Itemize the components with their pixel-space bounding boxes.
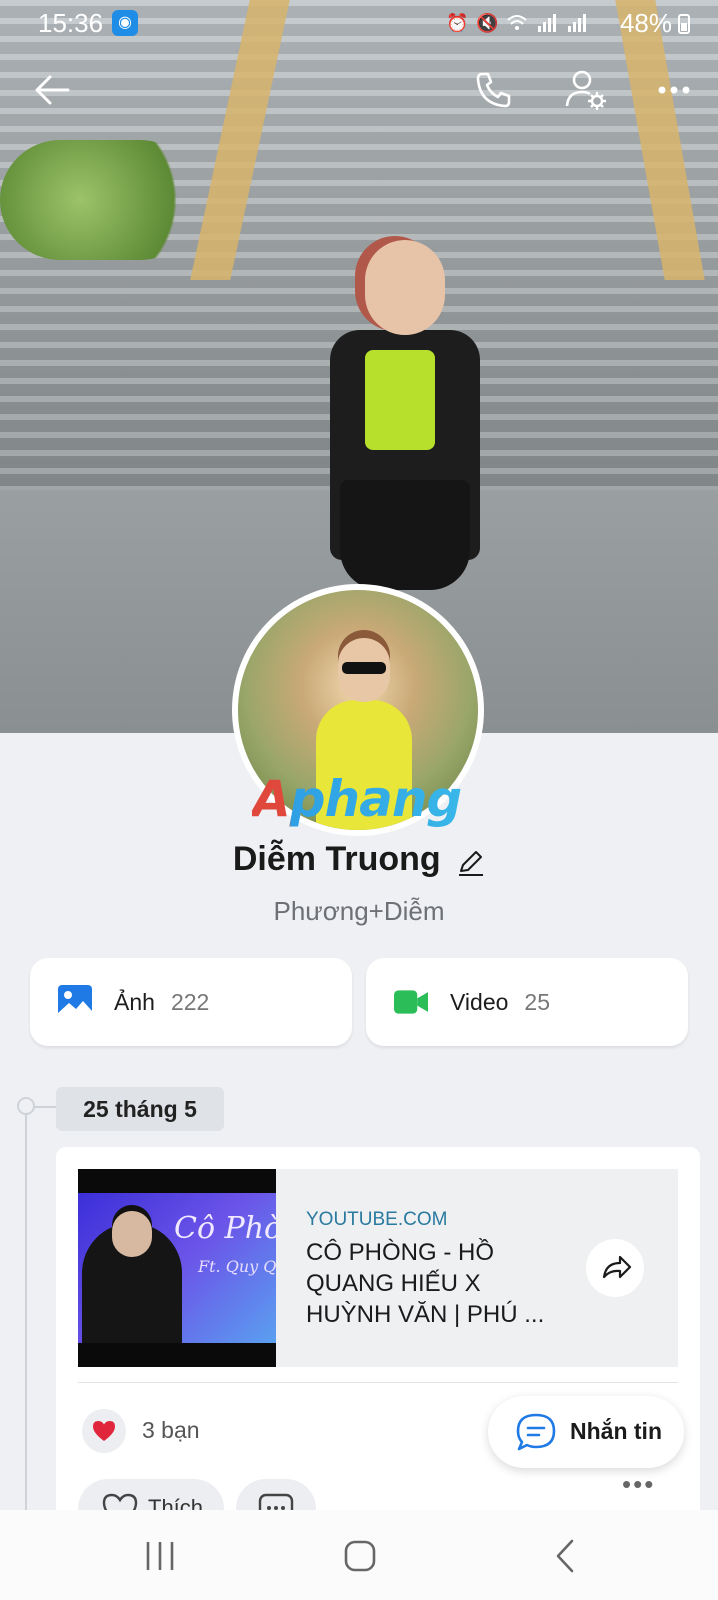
mute-icon: 🔇 <box>476 13 499 33</box>
phone-icon <box>476 72 511 108</box>
timeline-date: 25 tháng 5 <box>56 1087 224 1131</box>
call-button[interactable] <box>470 66 518 114</box>
battery-icon <box>678 14 690 34</box>
link-preview[interactable]: Cô Phòng Ft. Quy Quang YOUTUBE.COM CÔ PH… <box>78 1169 678 1367</box>
post-more-button[interactable]: ••• <box>622 1469 655 1500</box>
link-title: CÔ PHÒNG - HỒ QUANG HIẾU X HUỲNH VĂN | P… <box>306 1239 545 1328</box>
system-back-button[interactable] <box>546 1536 586 1576</box>
profile-name-row: Diễm Truong <box>0 840 718 879</box>
share-icon <box>602 1255 632 1279</box>
link-thumbnail: Cô Phòng Ft. Quy Quang <box>78 1169 276 1367</box>
message-label: Nhắn tin <box>570 1418 662 1444</box>
link-domain: YOUTUBE.COM <box>306 1209 448 1230</box>
edit-name-button[interactable] <box>457 849 485 877</box>
cover-bush <box>0 140 200 260</box>
post-divider <box>78 1382 678 1383</box>
photos-card[interactable]: Ảnh 222 <box>30 958 352 1046</box>
videos-card[interactable]: Video 25 <box>366 958 688 1046</box>
hotspot-icon: ◉ <box>112 10 138 36</box>
back-arrow-icon <box>35 75 70 105</box>
timeline-line <box>25 1102 27 1522</box>
signal-icon <box>566 12 588 34</box>
status-bar: 15:36 ◉ ⏰ 🔇 48% <box>0 0 718 44</box>
battery-percent: 48% <box>619 8 672 38</box>
photos-count: 222 <box>170 988 210 1015</box>
message-button[interactable]: Nhắn tin <box>488 1396 684 1468</box>
recent-apps-button[interactable] <box>140 1536 180 1576</box>
home-icon <box>344 1540 376 1572</box>
chat-bubble-icon <box>516 1413 556 1451</box>
alarm-icon: ⏰ <box>446 13 469 33</box>
thumbnail-title: Cô Phòng <box>174 1211 276 1246</box>
image-icon <box>58 985 92 1019</box>
timeline-connector <box>35 1106 57 1108</box>
signal-icon <box>536 12 558 34</box>
profile-settings-button[interactable] <box>562 66 610 114</box>
system-nav-bar <box>0 1510 718 1600</box>
profile-subtitle: Phương+Diễm <box>273 896 445 926</box>
recent-apps-icon <box>146 1542 174 1570</box>
heart-icon <box>93 1421 115 1441</box>
reaction-badge[interactable] <box>82 1409 126 1453</box>
videos-label: Video <box>450 988 509 1015</box>
photos-label: Ảnh <box>114 988 155 1015</box>
profile-name: Diễm Truong <box>232 840 441 878</box>
status-time: 15:36 <box>38 8 104 38</box>
post-card[interactable]: Cô Phòng Ft. Quy Quang YOUTUBE.COM CÔ PH… <box>56 1147 700 1539</box>
cover-person <box>320 240 490 600</box>
wifi-icon <box>506 12 528 34</box>
back-button[interactable] <box>28 66 76 114</box>
videos-count: 25 <box>524 988 551 1015</box>
video-camera-icon <box>394 990 428 1014</box>
watermark-logo: Aphang <box>252 770 472 830</box>
more-icon <box>658 86 690 94</box>
user-settings-icon <box>565 70 606 110</box>
timeline-dot <box>17 1097 35 1115</box>
chevron-left-icon <box>556 1539 574 1573</box>
home-button[interactable] <box>340 1536 380 1576</box>
status-icons: ⏰ 🔇 <box>446 12 588 36</box>
reaction-count[interactable]: 3 bạn <box>142 1417 200 1444</box>
thumbnail-subtitle: Ft. Quy Quang <box>198 1257 276 1276</box>
more-options-button[interactable] <box>650 66 698 114</box>
pencil-icon <box>459 850 484 876</box>
share-button[interactable] <box>586 1239 644 1297</box>
